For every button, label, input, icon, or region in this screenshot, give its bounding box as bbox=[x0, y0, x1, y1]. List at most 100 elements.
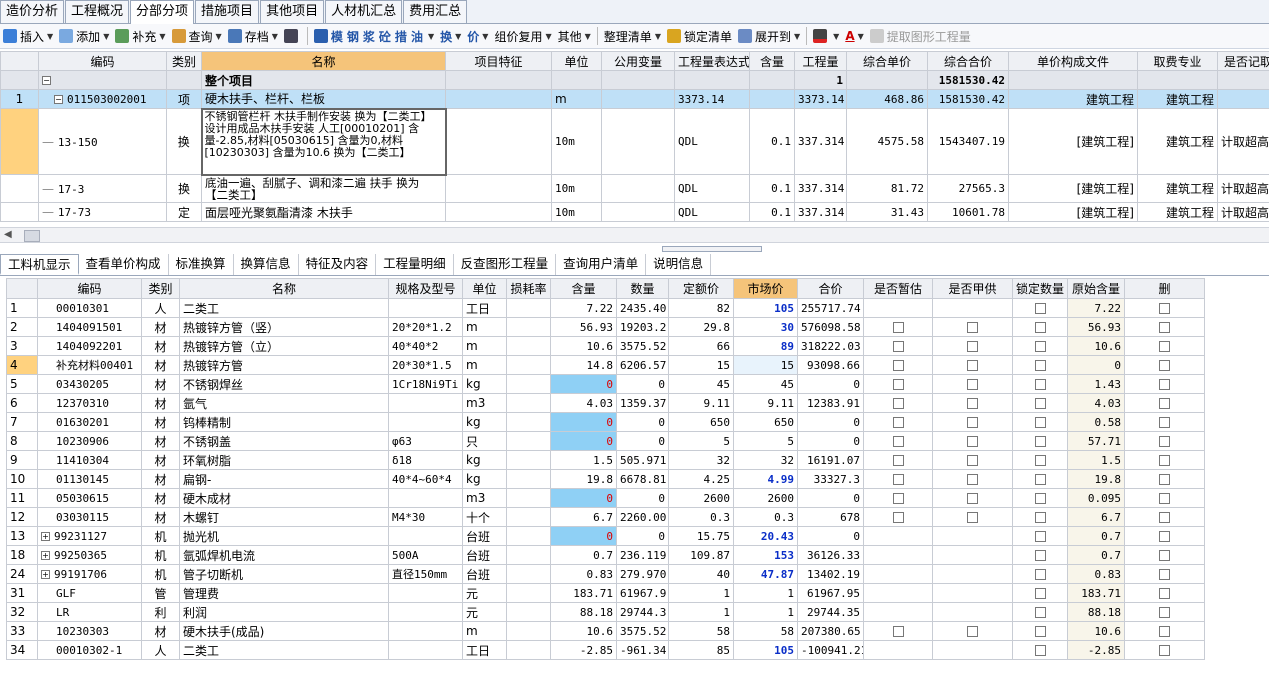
find-button[interactable] bbox=[281, 25, 304, 47]
name-cell[interactable]: 二类工 bbox=[179, 298, 389, 318]
col-name[interactable]: 名称 bbox=[201, 51, 446, 71]
col-market-price[interactable]: 市场价 bbox=[733, 278, 798, 299]
checkbox[interactable] bbox=[967, 512, 978, 523]
tab-other-items[interactable]: 其他项目 bbox=[260, 0, 325, 23]
market-price-cell[interactable]: 153 bbox=[733, 545, 798, 565]
category-cell[interactable]: 材 bbox=[141, 469, 180, 489]
unit-cell[interactable]: 只 bbox=[462, 431, 507, 451]
market-price-cell[interactable]: 30 bbox=[733, 317, 798, 337]
quota-price-cell[interactable]: 9.11 bbox=[668, 393, 734, 413]
checkbox[interactable] bbox=[892, 512, 904, 523]
code-cell[interactable]: 11410304 bbox=[37, 450, 142, 470]
name-edit-box[interactable]: 不锈钢管栏杆 木扶手制作安装 换为【二类工】 设计用成品木扶手安装 人工[000… bbox=[200, 107, 447, 176]
truck-icon[interactable] bbox=[313, 29, 328, 43]
checkbox[interactable] bbox=[892, 341, 904, 352]
collapse-icon[interactable]: − bbox=[42, 76, 51, 85]
quota-row[interactable]: — 13-150 换 不锈钢管栏杆 木扶手制作安装 换为【二类工】 设计用成品木… bbox=[0, 107, 1269, 176]
spec-cell[interactable]: M4*30 bbox=[388, 507, 463, 527]
delete-checkbox[interactable] bbox=[1159, 398, 1170, 409]
market-price-cell[interactable]: 0.3 bbox=[733, 507, 798, 527]
total-cell[interactable]: 12383.91 bbox=[797, 393, 864, 413]
loss-cell[interactable] bbox=[506, 469, 551, 489]
spec-cell[interactable]: δ18 bbox=[388, 450, 463, 470]
quantity-cell[interactable]: 3575.52 bbox=[616, 336, 669, 356]
category-cell[interactable]: 机 bbox=[141, 526, 180, 546]
content-cell[interactable]: 14.8 bbox=[550, 355, 617, 375]
total-cell[interactable]: 318222.03 bbox=[797, 336, 864, 356]
total-cell[interactable]: 0 bbox=[797, 412, 864, 432]
quota-row[interactable]: — 17-73 定 面层哑光聚氨酯清漆 木扶手 10m QDL 0.1 337.… bbox=[0, 202, 1269, 222]
col-over-height[interactable]: 是否记取超 bbox=[1217, 51, 1269, 71]
spec-cell[interactable] bbox=[388, 583, 463, 603]
unit-cell[interactable]: 元 bbox=[462, 602, 507, 622]
loss-cell[interactable] bbox=[506, 317, 551, 337]
content-cell[interactable]: 19.8 bbox=[550, 469, 617, 489]
checkbox[interactable] bbox=[892, 493, 904, 504]
quota-price-cell[interactable]: 2600 bbox=[668, 488, 734, 508]
col-qty[interactable]: 工程量 bbox=[794, 51, 847, 71]
col-category[interactable]: 类别 bbox=[166, 51, 202, 71]
total-cell[interactable]: 0 bbox=[797, 488, 864, 508]
tab-graphic-quantity[interactable]: 反查图形工程量 bbox=[454, 254, 557, 275]
market-price-cell[interactable]: 58 bbox=[733, 621, 798, 641]
market-price-cell[interactable]: 45 bbox=[733, 374, 798, 394]
checkbox[interactable] bbox=[1034, 550, 1046, 561]
market-price-cell[interactable]: 20.43 bbox=[733, 526, 798, 546]
quota-price-cell[interactable]: 29.8 bbox=[668, 317, 734, 337]
quota-price-cell[interactable]: 66 bbox=[668, 336, 734, 356]
market-price-cell[interactable]: 1 bbox=[733, 583, 798, 603]
delete-checkbox[interactable] bbox=[1159, 531, 1170, 542]
category-cell[interactable]: 材 bbox=[141, 431, 180, 451]
checkbox[interactable] bbox=[1034, 360, 1046, 371]
collapse-icon[interactable]: − bbox=[54, 95, 63, 104]
market-price-cell[interactable]: 32 bbox=[733, 450, 798, 470]
project-total-row[interactable]: − 整个项目 1 1581530.42 bbox=[0, 70, 1269, 90]
loss-cell[interactable] bbox=[506, 564, 551, 584]
total-cell[interactable]: 93098.66 bbox=[797, 355, 864, 375]
spec-cell[interactable] bbox=[388, 488, 463, 508]
category-cell[interactable]: 材 bbox=[141, 450, 180, 470]
col-unit-price[interactable]: 综合单价 bbox=[846, 51, 928, 71]
checkbox[interactable] bbox=[967, 436, 978, 447]
spec-cell[interactable] bbox=[388, 298, 463, 318]
content-cell[interactable]: 56.93 bbox=[550, 317, 617, 337]
checkbox[interactable] bbox=[967, 360, 978, 371]
tab-cost-analysis[interactable]: 造价分析 bbox=[0, 0, 65, 23]
code-cell[interactable]: 1404092201 bbox=[37, 336, 142, 356]
content-cell[interactable]: 183.71 bbox=[550, 583, 617, 603]
quantity-cell[interactable]: 6678.81 bbox=[616, 469, 669, 489]
col-feature[interactable]: 项目特征 bbox=[445, 51, 552, 71]
quantity-cell[interactable]: 0 bbox=[616, 488, 669, 508]
quota-price-cell[interactable]: 58 bbox=[668, 621, 734, 641]
quota-price-cell[interactable]: 109.87 bbox=[668, 545, 734, 565]
content-cell[interactable]: 1.5 bbox=[550, 450, 617, 470]
checkbox[interactable] bbox=[967, 379, 978, 390]
checkbox[interactable] bbox=[892, 379, 904, 390]
save-button[interactable]: 存档 ▼ bbox=[225, 25, 281, 47]
loss-cell[interactable] bbox=[506, 450, 551, 470]
total-cell[interactable]: 36126.33 bbox=[797, 545, 864, 565]
splitter-grip[interactable] bbox=[662, 246, 762, 252]
col-code[interactable]: 编码 bbox=[38, 51, 167, 71]
loss-cell[interactable] bbox=[506, 507, 551, 527]
tab-features[interactable]: 特征及内容 bbox=[299, 254, 377, 275]
unit-cell[interactable]: kg bbox=[462, 412, 507, 432]
expand-icon[interactable]: + bbox=[41, 551, 50, 560]
content-cell[interactable]: 7.22 bbox=[550, 298, 617, 318]
content-cell[interactable]: 0 bbox=[550, 431, 617, 451]
resource-row[interactable]: 8 10230906 材不锈钢盖 φ63 只 0 0 5 5 0 57.71 bbox=[6, 431, 1205, 451]
loss-cell[interactable] bbox=[506, 336, 551, 356]
list-item-row[interactable]: 1 −011503002001 项 硬木扶手、栏杆、栏板 m 3373.14 3… bbox=[0, 89, 1269, 109]
code-cell[interactable]: 12370310 bbox=[37, 393, 142, 413]
col-content[interactable]: 含量 bbox=[749, 51, 795, 71]
col-quota-price[interactable]: 定额价 bbox=[668, 278, 734, 299]
checkbox[interactable] bbox=[1034, 322, 1046, 333]
quota-row[interactable]: — 17-3 换 底油一遍、刮腻子、调和漆二遍 扶手 换为【二类工】 10m Q… bbox=[0, 174, 1269, 203]
code-cell[interactable]: 03030115 bbox=[37, 507, 142, 527]
total-cell[interactable]: 16191.07 bbox=[797, 450, 864, 470]
mortar-button[interactable]: 浆 bbox=[363, 28, 375, 45]
resource-row[interactable]: 2 1404091501 材热镀锌方管（竖） 20*20*1.2 m 56.93 19203… bbox=[6, 317, 1205, 337]
name-cell[interactable]: 硬木成材 bbox=[179, 488, 389, 508]
market-price-cell[interactable]: 4.99 bbox=[733, 469, 798, 489]
delete-checkbox[interactable] bbox=[1159, 417, 1170, 428]
